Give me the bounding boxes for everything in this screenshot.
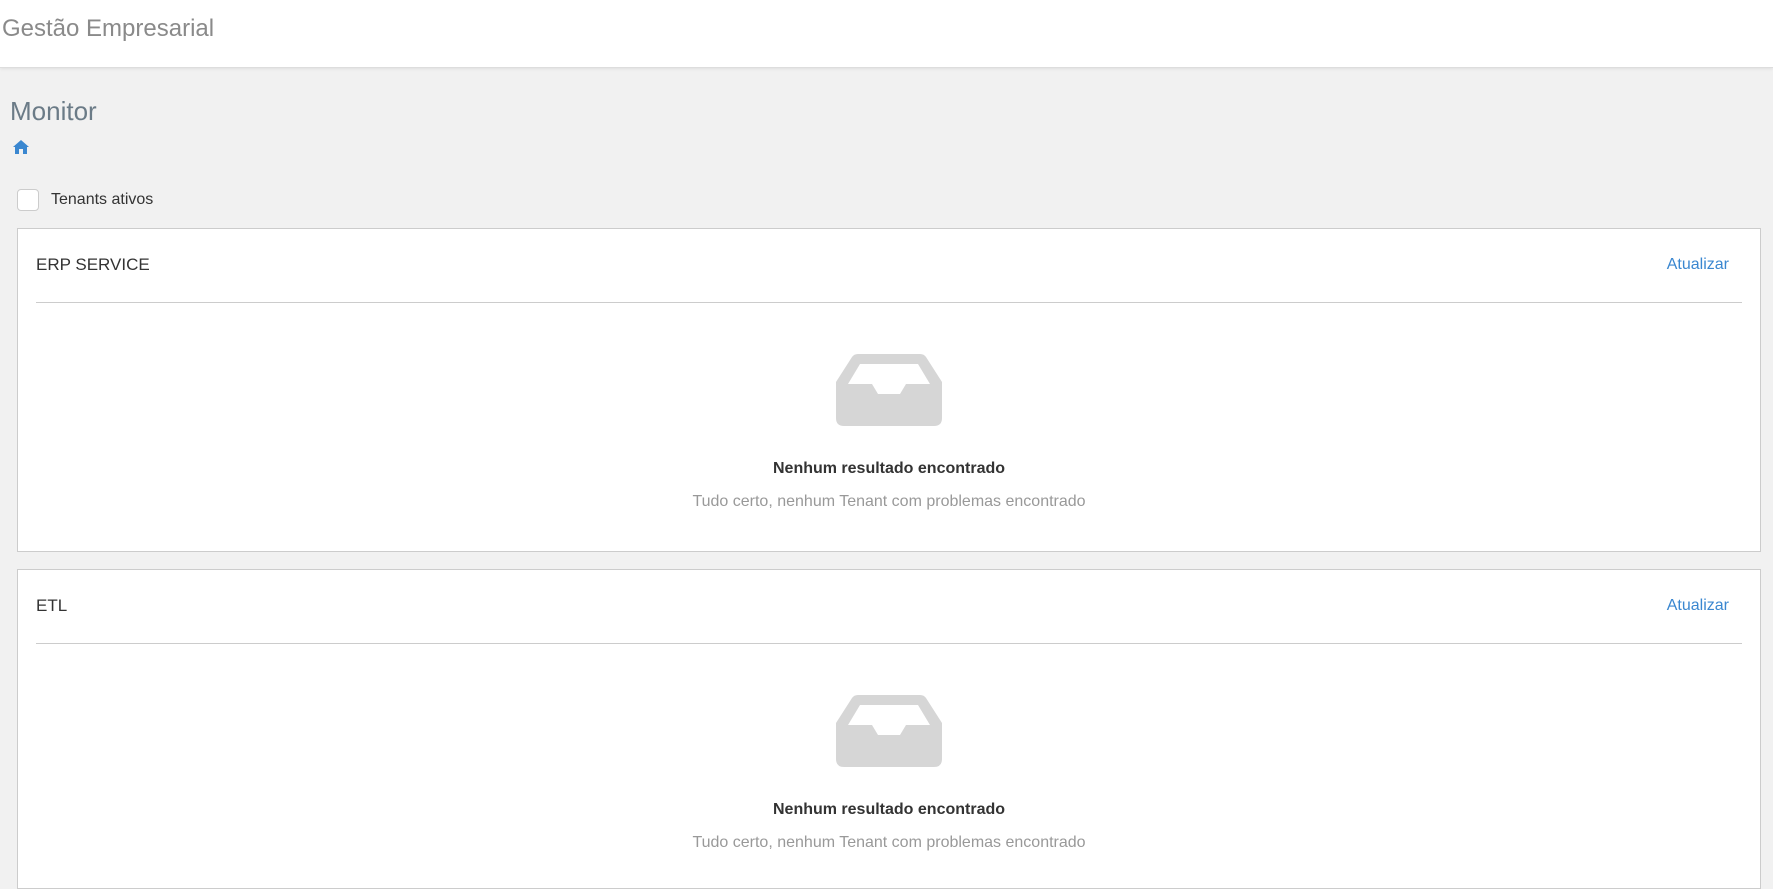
top-bar: Gestão Empresarial	[0, 0, 1773, 68]
home-icon[interactable]	[13, 140, 29, 154]
panel-etl: ETL Atualizar Nenhum resultado encontrad…	[17, 569, 1761, 889]
panel-erp-service: ERP SERVICE Atualizar Nenhum resultado e…	[17, 228, 1761, 552]
empty-title: Nenhum resultado encontrado	[772, 801, 1006, 818]
tenants-ativos-checkbox[interactable]	[17, 189, 39, 211]
tenants-ativos-filter[interactable]: Tenants ativos	[17, 189, 153, 211]
panel-header: ETL Atualizar	[36, 570, 1742, 644]
app-title: Gestão Empresarial	[2, 15, 215, 42]
empty-subtitle: Tudo certo, nenhum Tenant com problemas …	[692, 493, 1086, 510]
panel-title: ERP SERVICE	[36, 255, 150, 274]
inbox-icon	[836, 354, 942, 426]
tenants-ativos-label: Tenants ativos	[51, 191, 154, 208]
panel-title: ETL	[36, 596, 68, 615]
refresh-button[interactable]: Atualizar	[1667, 597, 1729, 615]
panel-header: ERP SERVICE Atualizar	[36, 229, 1742, 303]
empty-state: Nenhum resultado encontrado Tudo certo, …	[18, 695, 1760, 852]
empty-subtitle: Tudo certo, nenhum Tenant com problemas …	[692, 834, 1086, 851]
empty-state: Nenhum resultado encontrado Tudo certo, …	[18, 354, 1760, 511]
refresh-button[interactable]: Atualizar	[1667, 256, 1729, 274]
inbox-icon	[836, 695, 942, 767]
page-title: Monitor	[10, 96, 97, 126]
empty-title: Nenhum resultado encontrado	[772, 460, 1006, 477]
